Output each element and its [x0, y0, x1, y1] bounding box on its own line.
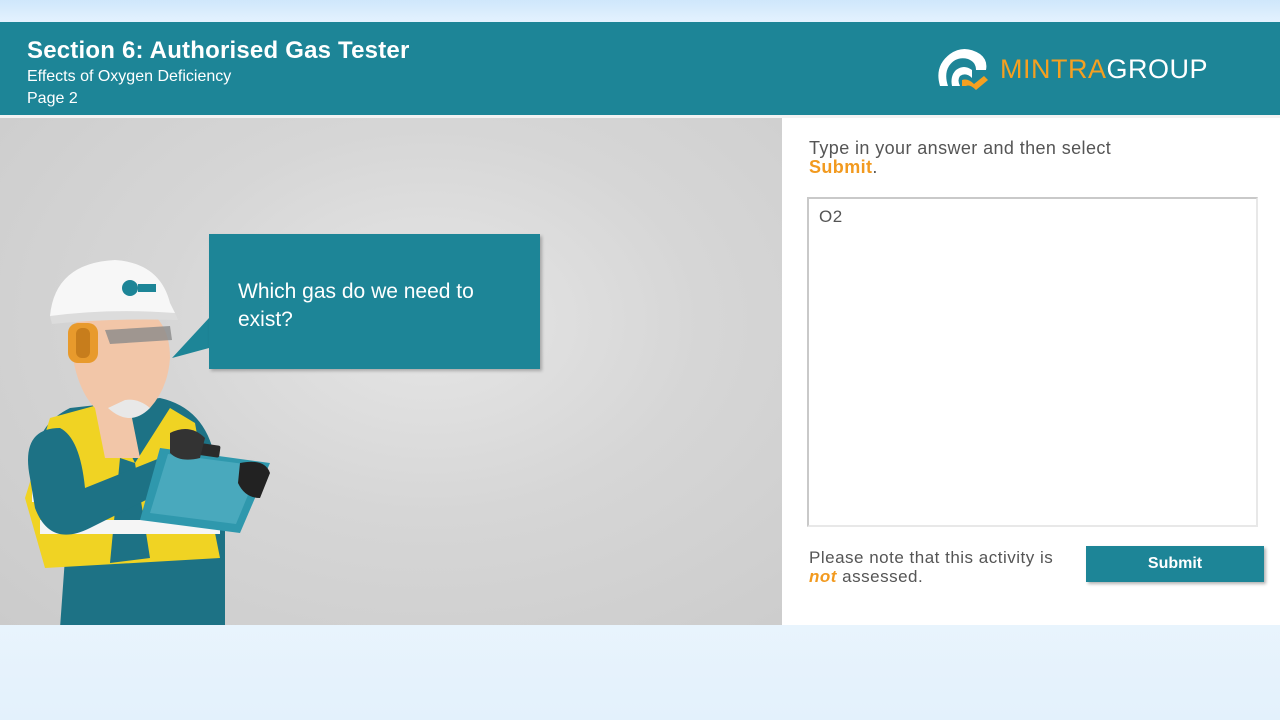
logo-wordmark-part2: GROUP [1106, 54, 1209, 84]
instruction-keyword: Submit [809, 157, 873, 177]
logo-wordmark: MINTRAGROUP [1000, 54, 1208, 85]
logo-wordmark-part1: MINTRA [1000, 54, 1107, 84]
page-indicator: Page 2 [27, 90, 78, 107]
assessment-note: Please note that this activity is not as… [809, 548, 1079, 586]
instruction-suffix: . [872, 157, 878, 177]
note-prefix: Please note that this activity is [809, 548, 1054, 567]
mintra-logo-icon [938, 49, 988, 90]
question-text: Which gas do we need to exist? [238, 280, 474, 331]
slide-stage: Section 6: Authorised Gas Tester Effects… [0, 22, 1280, 625]
mintra-group-logo: MINTRAGROUP [932, 46, 1252, 92]
slide-header: Section 6: Authorised Gas Tester Effects… [0, 22, 1280, 118]
instruction-prefix: Type in your answer and then select [809, 138, 1112, 158]
answer-textarea[interactable]: O2 [807, 197, 1258, 527]
submit-button[interactable]: Submit [1086, 546, 1264, 582]
note-emphasis: not [809, 567, 837, 586]
lesson-subtitle: Effects of Oxygen Deficiency [27, 68, 232, 85]
scenario-scene: Which gas do we need to exist? [0, 118, 782, 625]
section-title: Section 6: Authorised Gas Tester [27, 37, 410, 64]
note-suffix: assessed. [842, 567, 924, 586]
answer-panel: Type in your answer and then select Subm… [782, 118, 1280, 625]
instruction-text: Type in your answer and then select Subm… [809, 139, 1229, 177]
gas-tester-worker-illustration [25, 260, 270, 625]
